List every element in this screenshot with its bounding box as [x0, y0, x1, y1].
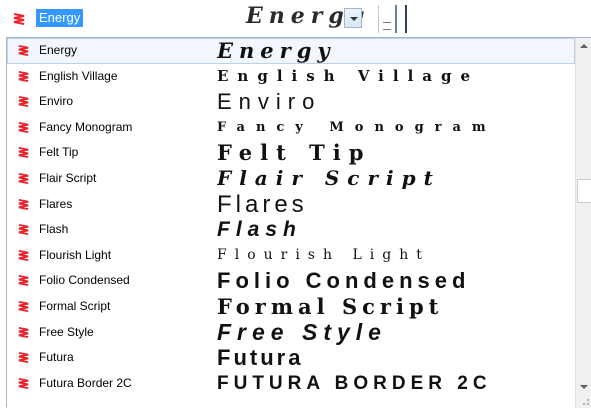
font-name-label: Free Style [39, 324, 94, 339]
font-list-item[interactable]: Futura Futura [7, 345, 575, 371]
font-preview-sample: Energy [217, 38, 336, 63]
font-list-item[interactable]: English Village English Village [7, 64, 575, 90]
font-stroke-icon [18, 377, 29, 389]
font-preview-sample: Futura [217, 345, 304, 371]
font-list-item[interactable]: Felt Tip Felt Tip [7, 140, 575, 166]
font-list-item[interactable]: Energy Energy [7, 38, 575, 64]
font-name-label: Futura Border 2C [39, 375, 132, 390]
font-list-item[interactable]: Flourish Light Flourish Light [7, 243, 575, 269]
toolbar-divider [405, 5, 407, 33]
font-stroke-icon [18, 172, 29, 185]
font-list-item[interactable]: Flares Flares [7, 192, 575, 218]
font-list[interactable]: Energy Energy English Village English Villa… [6, 37, 591, 408]
font-preview-sample: Free Style [217, 319, 387, 345]
font-list-item[interactable]: Flair Script Flair Script [7, 166, 575, 192]
font-stroke-icon [18, 326, 29, 338]
font-name-label: Fancy Monogram [39, 119, 133, 134]
toolbar-divider [395, 5, 397, 33]
font-preview-sample: Enviro [217, 89, 322, 115]
font-name-label: Flourish Light [39, 247, 112, 262]
font-name-label: Flash [39, 222, 69, 237]
font-name-label: Folio Condensed [39, 273, 130, 288]
font-preview-sample: Flash [217, 218, 302, 242]
font-preview-sample: Folio Condensed [217, 268, 471, 294]
font-list-item[interactable]: Fancy Monogram Fancy Monogram [7, 115, 575, 141]
font-list-item[interactable]: Formal Script Formal Script [7, 294, 575, 320]
font-stroke-icon [18, 275, 29, 287]
font-stroke-icon [18, 44, 29, 57]
align-icon[interactable] [383, 22, 391, 30]
vertical-scrollbar[interactable] [575, 38, 591, 408]
font-stroke-icon [13, 13, 25, 25]
font-preview-sample: Formal Script [217, 294, 444, 319]
font-preview-sample: FUTURA BORDER 2C [217, 372, 492, 394]
resize-grip-icon[interactable] [578, 396, 590, 406]
font-stroke-icon [18, 70, 29, 82]
font-name-label: Futura [39, 350, 74, 365]
font-preview-sample: Flares [217, 191, 308, 218]
font-preview-sample: Felt Tip [217, 140, 372, 166]
font-preview-sample: Flourish Light [217, 246, 430, 263]
font-preview-sample: Fancy Monogram [217, 119, 497, 135]
dropdown-arrow-button[interactable] [344, 8, 362, 28]
font-preview-sample: English Village [217, 66, 480, 85]
font-stroke-icon [18, 147, 29, 159]
selected-font-name[interactable]: Energy [36, 9, 84, 27]
scroll-thumb[interactable] [577, 179, 591, 203]
font-list-item[interactable]: Enviro Enviro [7, 89, 575, 115]
font-stroke-icon [18, 352, 29, 364]
font-name-label: Formal Script [39, 299, 111, 313]
scroll-up-arrow-icon[interactable] [576, 38, 591, 55]
font-name-label: Flares [39, 196, 73, 211]
font-list-item[interactable]: Folio Condensed Folio Condensed [7, 268, 575, 294]
font-stroke-icon [18, 300, 29, 313]
font-name-label: Felt Tip [39, 145, 79, 160]
font-stroke-icon [18, 249, 29, 261]
font-name-label: Energy [39, 43, 78, 57]
font-combo-box[interactable]: Energy Energy [0, 0, 591, 37]
font-stroke-icon [18, 121, 29, 133]
font-preview-sample: Flair Script [217, 166, 441, 190]
toolbar-divider [378, 5, 379, 33]
font-stroke-icon [18, 96, 29, 108]
font-list-item[interactable]: Futura Border 2C FUTURA BORDER 2C [7, 371, 575, 397]
font-stroke-icon [18, 224, 29, 236]
font-name-label: Flair Script [39, 171, 97, 185]
font-name-label: Enviro [39, 94, 74, 109]
font-name-label: English Village [39, 68, 118, 83]
font-list-item[interactable]: Free Style Free Style [7, 320, 575, 346]
font-stroke-icon [18, 198, 29, 210]
scroll-down-arrow-icon[interactable] [576, 378, 591, 395]
font-list-item[interactable]: Flash Flash [7, 217, 575, 243]
